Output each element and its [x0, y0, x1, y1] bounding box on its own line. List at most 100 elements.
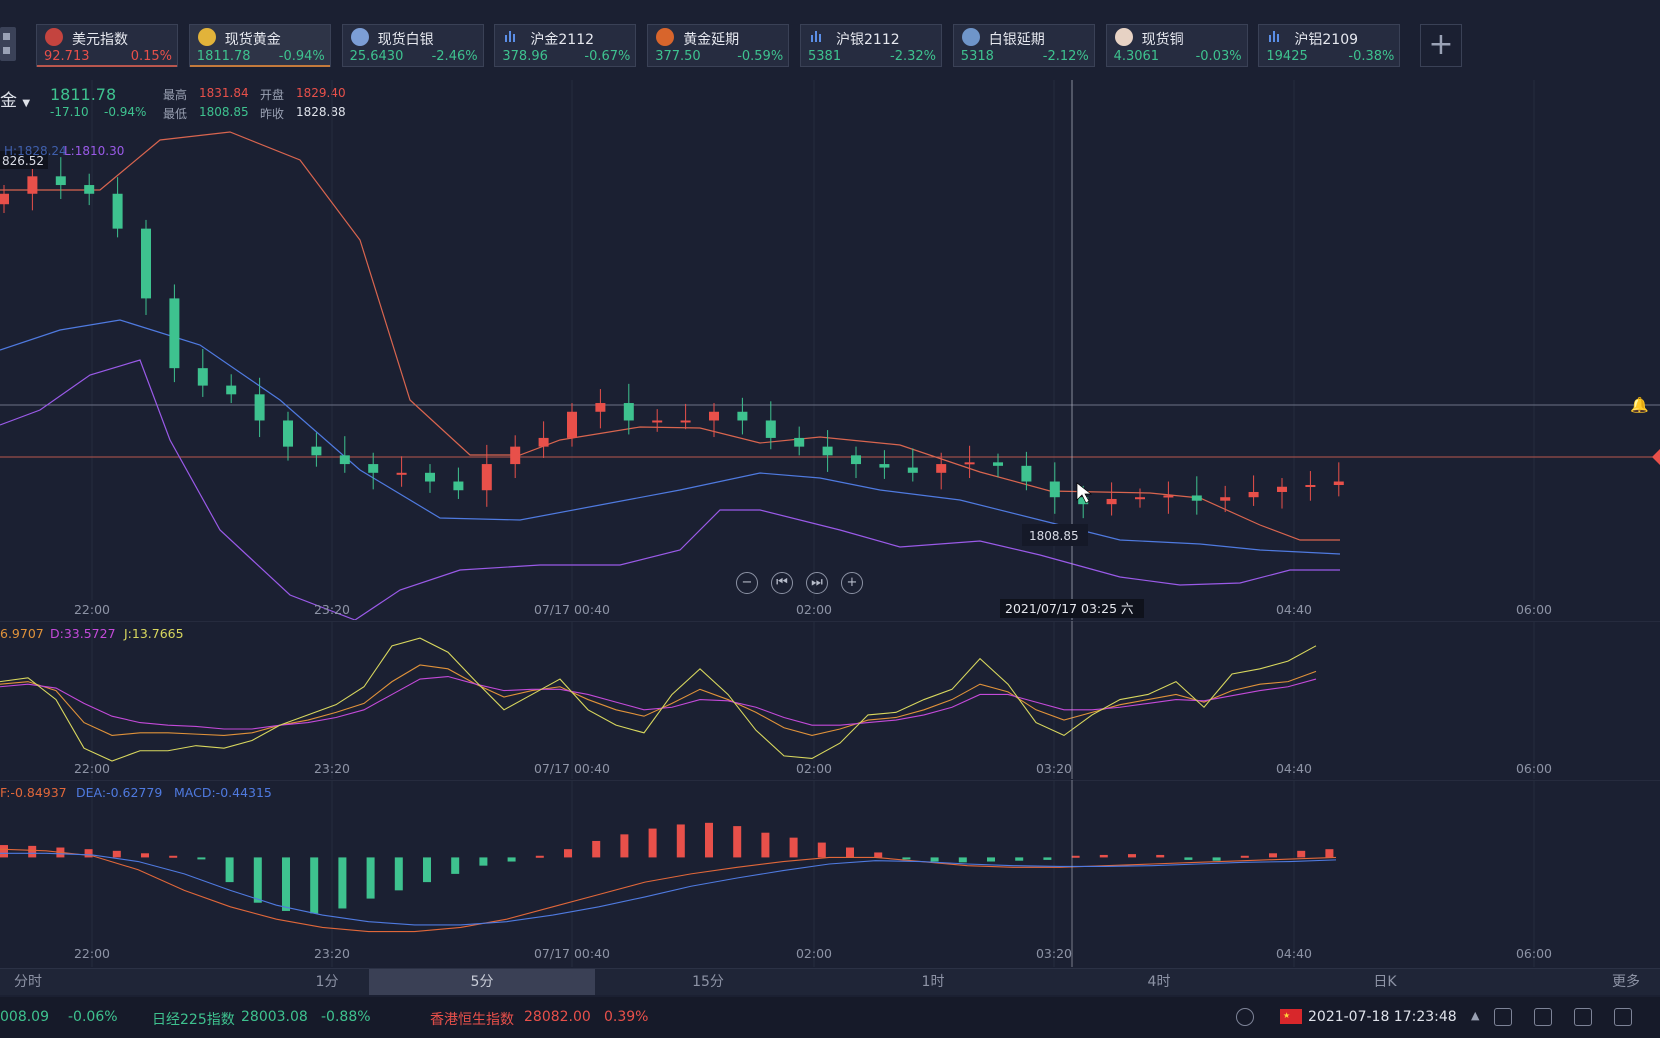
macd-bar — [592, 840, 601, 858]
tools-icon[interactable] — [1534, 1008, 1552, 1026]
kdj-j-line — [0, 637, 1317, 762]
ticker-tile-0[interactable]: 美元指数 92.713 0.15% — [36, 24, 178, 67]
macd-bar — [169, 855, 178, 858]
macd-bar — [705, 822, 713, 858]
nikkei-pct: -0.88% — [321, 1009, 371, 1025]
us-flag-icon — [45, 28, 63, 46]
bar-chart-icon — [809, 28, 827, 46]
ticker-tile-3[interactable]: 沪金2112 378.96 -0.67% — [494, 24, 637, 67]
x-axis-label: 03:20 — [1036, 946, 1072, 961]
candle — [282, 420, 293, 447]
kdj-k-text: 6.9707 — [0, 626, 44, 641]
macd-bar — [0, 845, 8, 858]
macd-value-text: MACD:-0.44315 — [174, 785, 272, 800]
macd-bar — [1184, 857, 1193, 860]
ticker-name: 现货铜 — [1141, 32, 1184, 48]
ticker-tile-7[interactable]: 现货铜 4.3061 -0.03% — [1105, 24, 1248, 67]
ticker-tile-1[interactable]: 现货黄金 1811.78 -0.94% — [188, 24, 331, 67]
candle — [453, 481, 464, 491]
x-axis-label: 22:00 — [74, 761, 110, 776]
x-axis-label: 23:20 — [314, 761, 350, 776]
macd-bar — [1128, 854, 1136, 858]
china-flag-icon: ★ — [1280, 1009, 1302, 1024]
candle — [652, 420, 663, 423]
candle — [1333, 481, 1344, 486]
macd-bar — [846, 847, 854, 858]
ticker-price: 5318 — [960, 49, 994, 64]
kdj-indicator-chart[interactable]: 6.9707 D:33.5727 J:13.7665 22:00 23:20 07/… — [0, 621, 1660, 779]
zoom-out-button[interactable]: − — [736, 572, 758, 594]
ticker-tile-5[interactable]: 沪银2112 5381 -2.32% — [800, 24, 942, 67]
ticker-change: -0.59% — [737, 49, 784, 64]
camera-icon[interactable] — [1614, 1008, 1632, 1026]
tab-4[interactable]: 1时 — [820, 969, 1046, 995]
macd-bar — [1156, 854, 1165, 858]
add-ticker-button[interactable]: + — [1420, 24, 1462, 67]
zoom-in-button[interactable]: + — [841, 572, 863, 594]
tab-2[interactable]: 5分 — [369, 969, 595, 995]
tab-5[interactable]: 4时 — [1046, 969, 1272, 995]
macd-indicator-chart[interactable]: F:-0.84937 DEA:-0.62779 MACD:-0.44315 22… — [0, 780, 1660, 967]
x-axis-label: 02:00 — [796, 761, 832, 776]
candle — [1305, 485, 1316, 488]
gold-coin-icon — [197, 28, 216, 46]
ticker-tile-8[interactable]: 沪铝2109 19425 -0.38% — [1258, 24, 1401, 67]
boll-upper-text: H:1828.24 — [4, 144, 67, 158]
ticker-tile-2[interactable]: 现货白银 25.6430 -2.46% — [341, 24, 484, 67]
x-axis-label: 02:00 — [796, 946, 832, 961]
candle — [1049, 481, 1060, 498]
silver-bars-icon — [961, 28, 980, 46]
menu-icon[interactable] — [0, 27, 16, 61]
hangseng-name[interactable]: 香港恒生指数 — [430, 1009, 514, 1029]
ticker-change: -0.94% — [278, 49, 325, 64]
ticker-name: 沪金2112 — [530, 32, 595, 48]
low-price-tag-text: 1808.85 — [1029, 529, 1079, 543]
nikkei-name[interactable]: 日经225指数 — [152, 1009, 235, 1029]
macd-bar — [1269, 853, 1277, 858]
tab-0[interactable]: 分时 — [0, 969, 74, 995]
bar-chart-icon — [503, 28, 521, 46]
list-icon[interactable] — [1574, 1008, 1592, 1026]
ticker-tile-4[interactable]: 黄金延期 377.50 -0.59% — [647, 24, 790, 67]
macd-bar — [874, 852, 883, 858]
candle — [55, 176, 66, 186]
candle — [424, 472, 435, 482]
jump-end-button[interactable]: ⏭ — [806, 572, 828, 594]
tab-7[interactable]: 更多 — [1498, 969, 1660, 995]
expand-up-icon[interactable]: ▲ — [1471, 1009, 1479, 1022]
macd-bar — [479, 857, 488, 866]
jump-start-button[interactable]: ⏮ — [771, 572, 793, 594]
candle — [481, 464, 492, 491]
tab-6[interactable]: 日K — [1272, 969, 1498, 995]
candle — [623, 403, 634, 421]
ticker-tile-6[interactable]: 白银延期 5318 -2.12% — [952, 24, 1095, 67]
candle — [907, 467, 918, 473]
ticker-price: 378.96 — [502, 49, 548, 64]
macd-bar — [789, 837, 798, 858]
candle — [27, 176, 38, 194]
bar-chart-icon — [1267, 28, 1285, 46]
macd-bar — [507, 857, 516, 862]
candle — [1134, 497, 1145, 500]
tab-3[interactable]: 15分 — [595, 969, 821, 995]
macd-bar — [958, 857, 967, 863]
x-axis-label: 04:40 — [1276, 761, 1312, 776]
alert-bell-icon[interactable]: 🔔 — [1630, 396, 1649, 414]
status-bar: 008.09 -0.06% 日经225指数 28003.08 -0.88% 香港… — [0, 997, 1660, 1038]
ticker-change: -0.03% — [1195, 49, 1242, 64]
x-axis-label: 22:00 — [74, 602, 110, 617]
ticker-change: 0.15% — [130, 49, 172, 64]
window-icon[interactable] — [1494, 1008, 1512, 1026]
macd-bar — [1212, 857, 1221, 861]
candlestick-chart[interactable]: 826.52 H:1828.24 L:1810.30 1808.85 2021/… — [0, 80, 1660, 620]
macd-bar — [366, 857, 375, 899]
boll-lower-line — [0, 359, 1340, 620]
macd-bar — [1240, 855, 1249, 858]
kdj-d-text: D:33.5727 — [50, 626, 116, 641]
candle — [1021, 465, 1032, 482]
candle — [396, 472, 407, 475]
candle — [708, 411, 719, 421]
link-icon[interactable] — [1236, 1008, 1254, 1026]
candle — [339, 455, 350, 465]
macd-dea-text: DEA:-0.62779 — [76, 785, 162, 800]
